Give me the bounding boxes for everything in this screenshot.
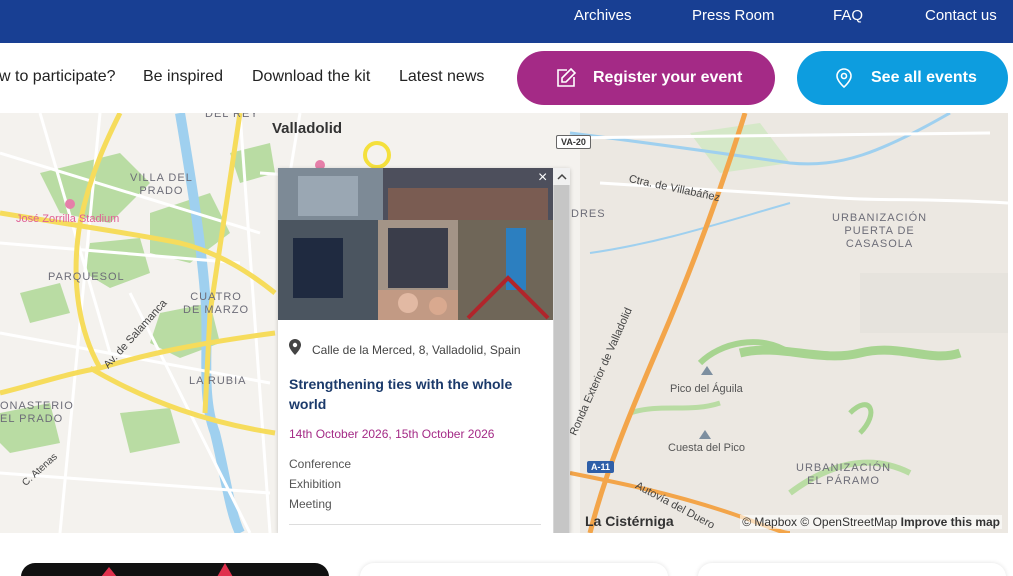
city-label-valladolid: Valladolid [272,120,343,137]
card-artwork [101,563,233,576]
area-label-puerta-de-casasola: URBANIZACIÓN PUERTA DE CASASOLA [832,212,928,250]
contact-us-link[interactable]: Contact us [925,7,997,24]
area-label-dres: DRES [571,208,606,220]
nav-download-kit[interactable]: Download the kit [252,68,370,86]
press-room-link[interactable]: Press Room [692,7,775,24]
register-event-label: Register your event [593,69,743,86]
event-card-3[interactable] [698,563,1006,576]
map-attribution: © Mapbox © OpenStreetMap Improve this ma… [740,515,1002,529]
area-label-la-rubia: LA RUBIA [189,375,247,387]
main-nav: w to participate? Be inspired Download t… [0,43,1013,113]
area-label-el-paramo: URBANIZACIÓN EL PÁRAMO [796,462,892,487]
improve-map-link[interactable]: Improve this map [901,515,1000,529]
see-all-events-button[interactable]: See all events [797,51,1008,105]
area-label-monasterio: ONASTERIO EL PRADO [0,400,74,425]
nav-how-to-participate[interactable]: w to participate? [0,68,116,86]
mapbox-attribution-link[interactable]: © Mapbox [742,515,797,529]
page: Archives Press Room FAQ Contact us w to … [0,0,1013,576]
stadium-label: José Zorrilla Stadium [16,213,120,225]
event-title-link[interactable]: Strengthening ties with the whole world [289,374,539,414]
event-popup: × Calle de la Merced, 8, Valladolid, Spa… [278,168,570,533]
area-label-cuatro-de-marzo: CUATRO DE MARZO [183,291,250,316]
scroll-up-icon[interactable] [553,168,570,185]
see-all-events-label: See all events [871,69,977,86]
event-photo-collage [278,168,553,320]
event-type-conference: Conference [289,457,352,471]
area-label-parquesol: PARQUESOL [48,271,125,283]
event-type-exhibition: Exhibition [289,477,342,491]
osm-attribution-link[interactable]: © OpenStreetMap [800,515,897,529]
event-type-meeting: Meeting [289,497,332,511]
faq-link[interactable]: FAQ [833,7,863,24]
city-label-la-cisterniga: La Cistérniga [585,513,674,529]
peak-label-cuesta-del-pico: Cuesta del Pico [668,442,746,454]
event-address: Calle de la Merced, 8, Valladolid, Spain [288,338,521,361]
events-map[interactable]: Valladolid La Cistérniga DEL REY VILLA D… [0,113,1008,533]
popup-divider [289,524,541,525]
area-label-villa-del-prado: VILLA DEL PRADO [130,172,193,197]
event-card-2[interactable] [360,563,668,576]
nav-be-inspired[interactable]: Be inspired [143,68,223,86]
close-popup-button[interactable]: × [538,170,547,186]
edit-icon [553,65,579,91]
event-dates: 14th October 2026, 15th October 2026 [289,427,495,441]
event-address-text: Calle de la Merced, 8, Valladolid, Spain [312,342,521,357]
scroll-thumb[interactable] [554,185,569,533]
map-pin-icon [288,338,302,361]
peak-label-pico-del-aguila: Pico del Águila [670,383,743,395]
nav-latest-news[interactable]: Latest news [399,68,484,86]
archives-link[interactable]: Archives [574,7,632,24]
event-card-1[interactable] [21,563,329,576]
road-shield-va-20: VA-20 [556,135,591,149]
area-label-del-rey: DEL REY [205,113,259,120]
register-event-button[interactable]: Register your event [517,51,775,105]
popup-scrollbar[interactable] [553,168,570,533]
top-bar: Archives Press Room FAQ Contact us [0,0,1013,43]
event-photo [278,168,553,320]
location-pin-icon [831,65,857,91]
road-shield-a-11: A-11 [587,461,615,473]
